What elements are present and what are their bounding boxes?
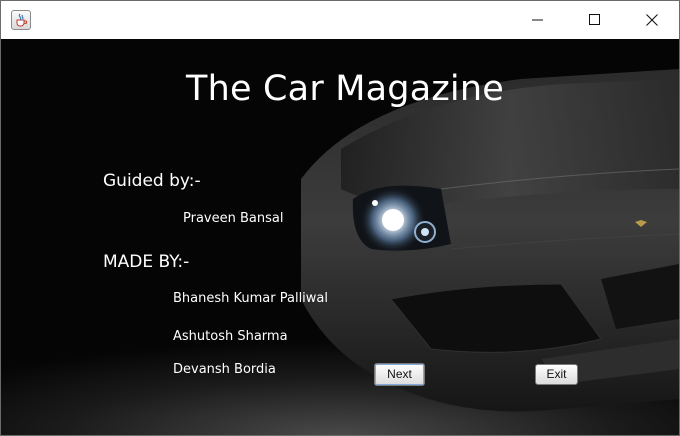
guided-by-heading: Guided by:-	[103, 171, 201, 191]
author-name: Bhanesh Kumar Palliwal	[173, 291, 328, 306]
guide-name: Praveen Bansal	[183, 211, 284, 226]
next-button[interactable]: Next	[374, 363, 425, 386]
maximize-icon	[589, 14, 600, 25]
java-cup-icon[interactable]	[11, 10, 31, 30]
close-icon	[646, 14, 658, 26]
app-window: The Car Magazine Guided by:- Praveen Ban…	[0, 0, 680, 436]
exit-button[interactable]: Exit	[535, 364, 578, 385]
close-button[interactable]	[629, 1, 675, 39]
minimize-icon	[532, 19, 543, 21]
author-name: Devansh Bordia	[173, 362, 276, 377]
author-name: Ashutosh Sharma	[173, 329, 288, 344]
made-by-heading: MADE BY:-	[103, 252, 190, 272]
maximize-button[interactable]	[572, 1, 618, 39]
page-title: The Car Magazine	[186, 69, 504, 109]
title-bar[interactable]	[1, 1, 679, 39]
minimize-button[interactable]	[515, 1, 561, 39]
main-panel: The Car Magazine Guided by:- Praveen Ban…	[1, 39, 679, 435]
